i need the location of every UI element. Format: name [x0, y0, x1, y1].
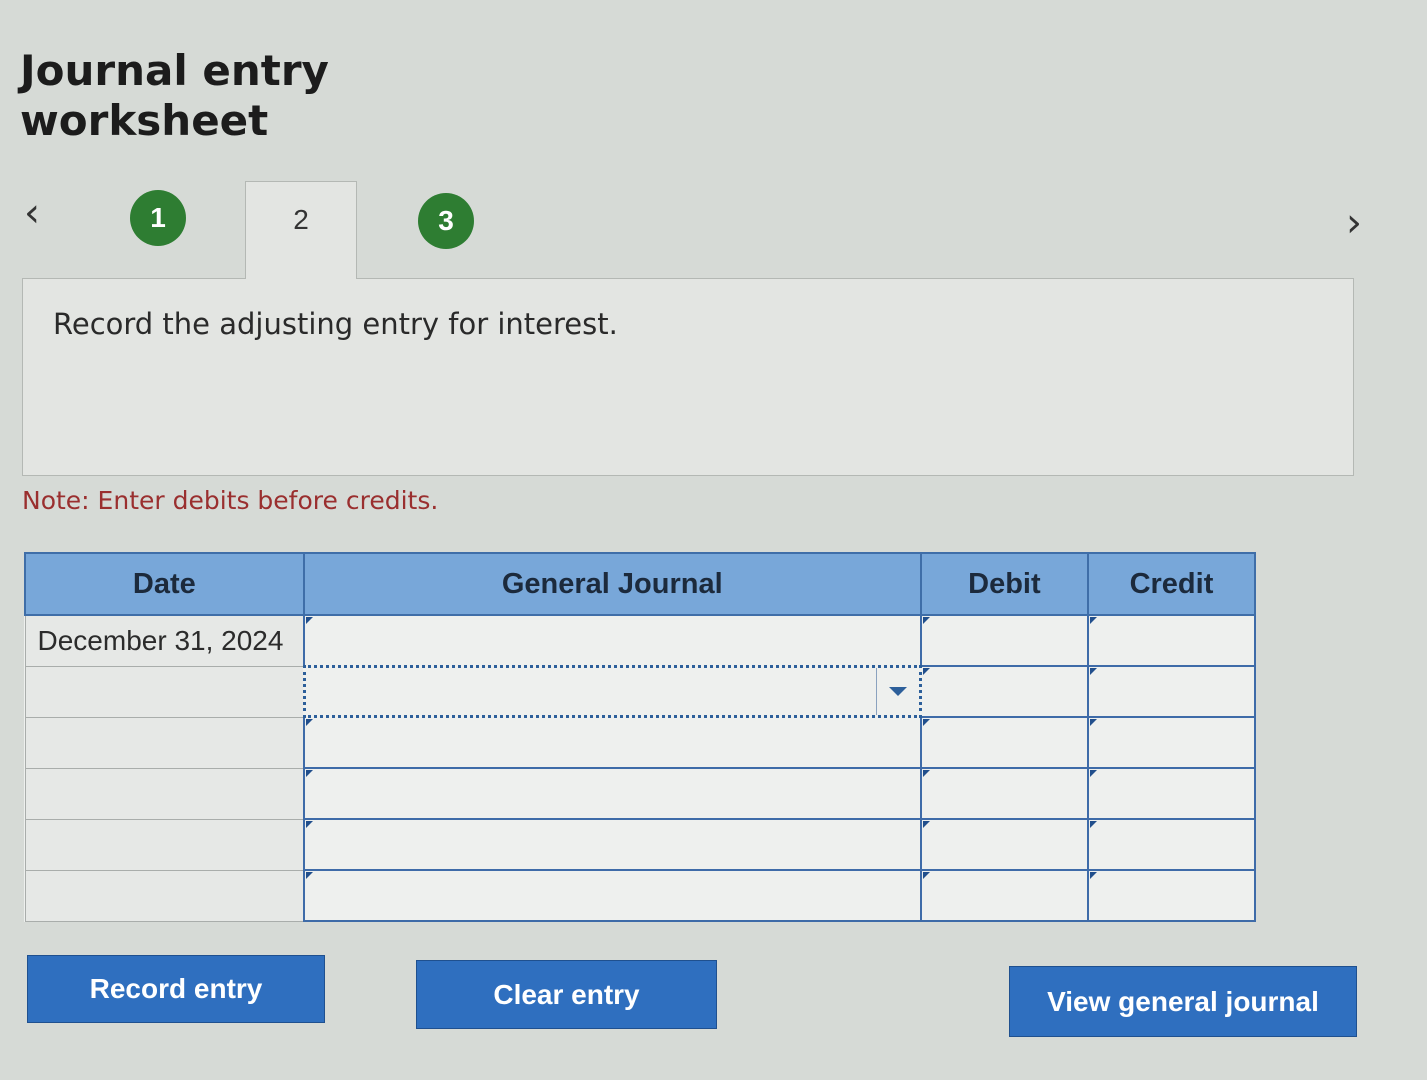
credit-input[interactable] [1086, 665, 1257, 718]
table-row [24, 716, 1257, 769]
credit-input[interactable] [1086, 818, 1257, 871]
column-header-date: Date [24, 552, 305, 616]
debit-input[interactable] [919, 716, 1089, 769]
instruction-text: Record the adjusting entry for interest. [53, 307, 618, 341]
step-2-tab[interactable]: 2 [245, 181, 357, 279]
date-cell [24, 716, 305, 769]
debit-input[interactable] [919, 665, 1089, 718]
account-input[interactable] [302, 767, 922, 820]
date-cell [24, 767, 305, 820]
step-1-label: 1 [150, 202, 166, 233]
chevron-down-icon[interactable] [875, 668, 919, 715]
account-input[interactable] [302, 818, 922, 871]
debit-input[interactable] [919, 767, 1089, 820]
date-cell [24, 869, 305, 922]
step-1-button[interactable]: 1 [130, 190, 186, 246]
table-row [24, 818, 1257, 871]
account-select[interactable] [302, 665, 922, 718]
page-title: Journal entry worksheet [20, 46, 329, 145]
credit-input[interactable] [1086, 716, 1257, 769]
instruction-panel: Record the adjusting entry for interest. [22, 278, 1354, 476]
column-header-debit: Debit [919, 552, 1089, 616]
date-cell: December 31, 2024 [24, 614, 305, 667]
chevron-right-icon[interactable]: › [1346, 203, 1362, 243]
clear-entry-button[interactable]: Clear entry [416, 960, 717, 1029]
view-general-journal-button[interactable]: View general journal [1009, 966, 1357, 1037]
column-header-general-journal: General Journal [302, 552, 922, 616]
account-input[interactable] [302, 869, 922, 922]
account-input[interactable] [302, 716, 922, 769]
date-cell [24, 818, 305, 871]
debit-input[interactable] [919, 869, 1089, 922]
step-3-button[interactable]: 3 [418, 193, 474, 249]
credit-input[interactable] [1086, 614, 1257, 667]
chevron-left-icon[interactable]: ‹ [24, 193, 40, 233]
table-row [24, 767, 1257, 820]
record-entry-button[interactable]: Record entry [27, 955, 325, 1023]
debit-input[interactable] [919, 818, 1089, 871]
column-header-credit: Credit [1086, 552, 1257, 616]
credit-input[interactable] [1086, 869, 1257, 922]
debit-input[interactable] [919, 614, 1089, 667]
journal-table: Date General Journal Debit Credit Decemb… [24, 552, 1257, 922]
note-text: Note: Enter debits before credits. [22, 486, 439, 515]
step-3-label: 3 [438, 205, 454, 236]
account-input[interactable] [302, 614, 922, 667]
date-cell [24, 665, 305, 718]
table-row [24, 665, 1257, 718]
step-2-label: 2 [293, 204, 309, 235]
journal-header-row: Date General Journal Debit Credit [24, 552, 1257, 616]
account-dropdown-cell[interactable] [302, 665, 922, 718]
table-row [24, 869, 1257, 922]
credit-input[interactable] [1086, 767, 1257, 820]
table-row: December 31, 2024 [24, 614, 1257, 667]
